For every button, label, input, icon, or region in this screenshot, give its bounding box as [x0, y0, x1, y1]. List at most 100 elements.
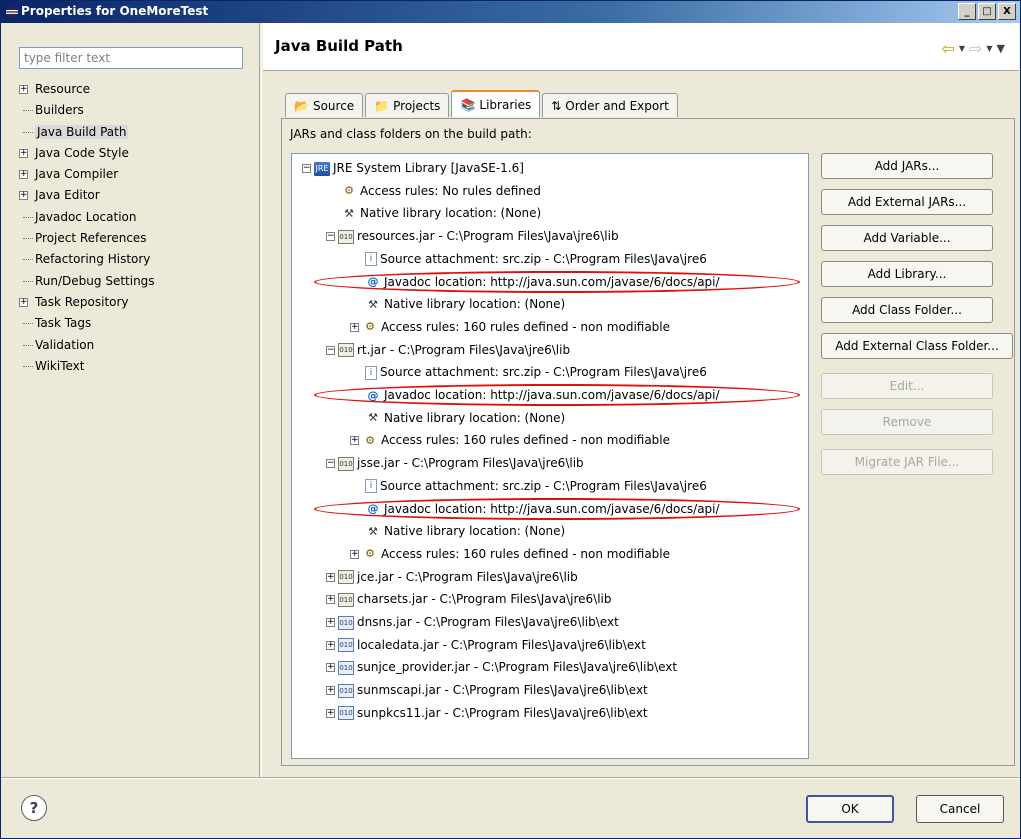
tree-row[interactable]: +010 sunpkcs11.jar - C:\Program Files\Jav…	[326, 702, 648, 724]
maximize-button[interactable]: □	[978, 3, 996, 20]
collapse-icon[interactable]: −	[326, 232, 335, 242]
back-dropdown-icon[interactable]: ▼	[959, 44, 965, 53]
sidebar-item[interactable]: + Resource	[19, 79, 255, 100]
add-class-folder-button[interactable]: Add Class Folder...	[821, 297, 993, 323]
cancel-button[interactable]: Cancel	[916, 795, 1004, 823]
help-icon[interactable]: ?	[21, 795, 47, 821]
tree-row[interactable]: +010 jce.jar - C:\Program Files\Java\jre6…	[326, 566, 578, 588]
remove-button[interactable]: Remove	[821, 409, 993, 435]
expand-icon[interactable]: +	[19, 85, 28, 94]
expand-icon[interactable]: +	[19, 297, 28, 307]
expand-icon[interactable]: +	[19, 191, 28, 201]
access-rules-icon: ⚙	[365, 320, 375, 334]
collapse-icon[interactable]: −	[302, 164, 311, 173]
libraries-tree[interactable]: − JRE JRE System Library [JavaSE-1.6] ⚙ Acce…	[291, 153, 809, 759]
add-external-class-folder-button[interactable]: Add External Class Folder...	[821, 333, 1013, 359]
sidebar-item[interactable]: + Java Editor	[19, 185, 255, 206]
sidebar-item[interactable]: Run/Debug Settings	[19, 271, 255, 292]
close-button[interactable]: X	[998, 3, 1016, 20]
sidebar-item[interactable]: + Java Code Style	[19, 143, 255, 164]
expand-icon[interactable]: +	[350, 322, 359, 332]
forward-arrow-icon[interactable]: ⇨	[969, 39, 982, 58]
sidebar-item-label: Project References	[35, 231, 147, 246]
migrate-jar-button[interactable]: Migrate JAR File...	[821, 449, 993, 475]
build-path-caption: JARs and class folders on the build path…	[290, 127, 532, 141]
tree-row[interactable]: ⚒ Native library location: (None)	[350, 293, 565, 315]
add-jars-button[interactable]: Add JARs...	[821, 153, 993, 179]
tab-order-and-export[interactable]: ⇅ Order and Export	[542, 93, 678, 117]
tree-row[interactable]: −010 rt.jar - C:\Program Files\Java\jre6\…	[326, 339, 570, 361]
back-arrow-icon[interactable]: ⇦	[941, 39, 954, 58]
page-header: Java Build Path ⇦ ▼ ⇨ ▼ ▼	[263, 23, 1019, 71]
sidebar-item[interactable]: Javadoc Location	[19, 207, 255, 228]
sidebar-item[interactable]: + Java Compiler	[19, 164, 255, 185]
sidebar-item[interactable]: Project References	[19, 228, 255, 249]
expand-icon[interactable]: +	[350, 549, 359, 559]
expand-icon[interactable]: +	[326, 686, 335, 696]
tree-row[interactable]: ⚒ Native library location: (None)	[350, 520, 565, 542]
expand-icon[interactable]: +	[19, 148, 28, 158]
edit-button[interactable]: Edit...	[821, 373, 993, 399]
tree-row[interactable]: i Source attachment: src.zip - C:\Program…	[350, 475, 707, 497]
tree-connector	[23, 344, 33, 346]
tree-row[interactable]: + ⚙ Access rules: 160 rules defined - non …	[350, 429, 670, 451]
expand-icon[interactable]: +	[326, 640, 335, 650]
tree-row-label: sunpkcs11.jar - C:\Program Files\Java\jr…	[357, 705, 648, 720]
tree-connector	[23, 216, 33, 218]
add-library-button[interactable]: Add Library...	[821, 261, 993, 287]
tree-row[interactable]: + ⚙ Access rules: 160 rules defined - non …	[350, 543, 670, 565]
tree-row[interactable]: i Source attachment: src.zip - C:\Program…	[350, 361, 707, 383]
sidebar-item[interactable]: Refactoring History	[19, 249, 255, 270]
tree-row[interactable]: @ Javadoc location: http://java.sun.com/j…	[350, 384, 720, 406]
collapse-icon[interactable]: −	[326, 459, 335, 469]
jar-icon: 010	[338, 660, 354, 675]
add-variable-button[interactable]: Add Variable...	[821, 225, 993, 251]
tree-row[interactable]: +010 charsets.jar - C:\Program Files\Java…	[326, 588, 612, 610]
tree-row[interactable]: − JRE JRE System Library [JavaSE-1.6]	[302, 157, 524, 179]
tree-row[interactable]: +010 sunjce_provider.jar - C:\Program Fil…	[326, 656, 677, 678]
sidebar-item[interactable]: + Task Repository	[19, 292, 255, 313]
expand-icon[interactable]: +	[326, 663, 335, 673]
sidebar-item[interactable]: Builders	[19, 100, 255, 121]
tree-row[interactable]: @ Javadoc location: http://java.sun.com/j…	[350, 498, 720, 520]
ok-button[interactable]: OK	[806, 795, 894, 823]
sidebar-item[interactable]: Task Tags	[19, 313, 255, 334]
minimize-button[interactable]: _	[958, 3, 976, 20]
expand-icon[interactable]: +	[326, 708, 335, 718]
tree-row[interactable]: +010 dnsns.jar - C:\Program Files\Java\jr…	[326, 611, 619, 633]
tree-row[interactable]: + ⚙ Access rules: 160 rules defined - non …	[350, 316, 670, 338]
sidebar-item[interactable]: Java Build Path	[19, 122, 255, 143]
add-external-jars-button[interactable]: Add External JARs...	[821, 189, 993, 215]
tab-projects[interactable]: 📁 Projects	[365, 93, 450, 117]
forward-dropdown-icon[interactable]: ▼	[986, 44, 992, 53]
expand-icon[interactable]: +	[326, 595, 335, 605]
expand-icon[interactable]: +	[19, 170, 28, 180]
tab-source[interactable]: 📂 Source	[285, 93, 364, 117]
tree-row[interactable]: @ Javadoc location: http://java.sun.com/j…	[350, 271, 720, 293]
tree-row[interactable]: +010 sunmscapi.jar - C:\Program Files\Jav…	[326, 679, 648, 701]
order-icon: ⇅	[551, 98, 562, 113]
expand-icon[interactable]: +	[326, 618, 335, 627]
expand-icon[interactable]: +	[350, 436, 359, 446]
sidebar-item[interactable]: WikiText	[19, 356, 255, 377]
collapse-icon[interactable]: −	[326, 345, 335, 355]
tree-connector	[23, 238, 33, 240]
tree-row[interactable]: −010 resources.jar - C:\Program Files\Jav…	[326, 225, 619, 247]
tree-row[interactable]: ⚒ Native library location: (None)	[326, 202, 541, 224]
tree-row[interactable]: i Source attachment: src.zip - C:\Program…	[350, 248, 707, 270]
tree-row[interactable]: −010 jsse.jar - C:\Program Files\Java\jre…	[326, 452, 584, 474]
tab-libraries[interactable]: 📚 Libraries	[451, 90, 541, 117]
native-library-icon: ⚒	[368, 411, 378, 425]
tree-row[interactable]: +010 localedata.jar - C:\Program Files\Ja…	[326, 634, 646, 656]
filter-input[interactable]	[19, 47, 243, 69]
properties-dialog: Properties for OneMoreTest _ □ X + Resour…	[0, 0, 1021, 839]
expand-icon[interactable]: +	[326, 572, 335, 582]
title-bar[interactable]: Properties for OneMoreTest _ □ X	[1, 1, 1020, 23]
jar-icon: 010	[338, 229, 354, 244]
pane-splitter[interactable]	[259, 23, 262, 777]
library-icon: JRE	[314, 161, 330, 176]
sidebar-item[interactable]: Validation	[19, 335, 255, 356]
view-menu-icon[interactable]: ▼	[997, 42, 1005, 55]
tree-row[interactable]: ⚒ Native library location: (None)	[350, 407, 565, 429]
tree-row[interactable]: ⚙ Access rules: No rules defined	[326, 180, 541, 202]
